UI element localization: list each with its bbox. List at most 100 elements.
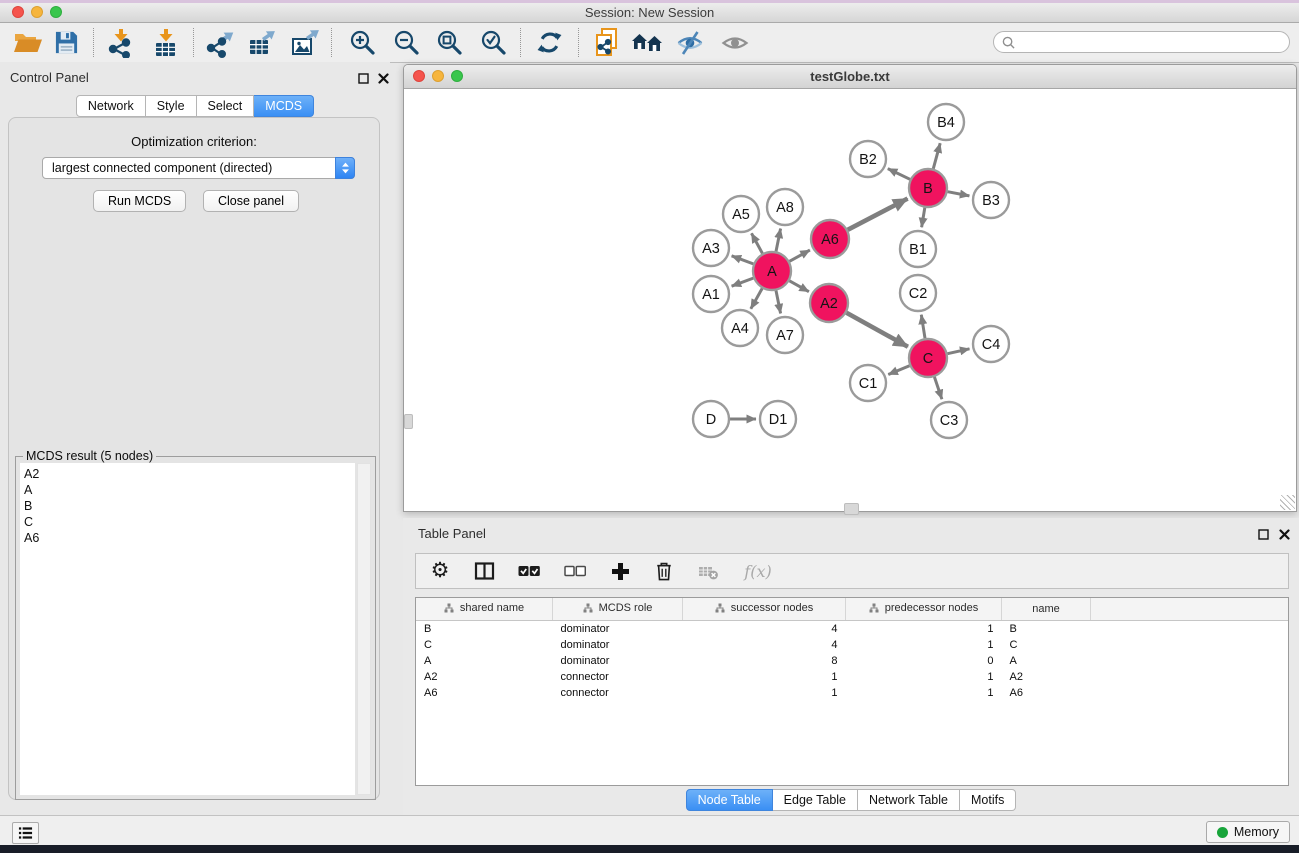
close-panel-button[interactable]: Close panel xyxy=(203,190,299,212)
show-graphics-details-button[interactable] xyxy=(717,26,753,59)
column-header-name[interactable]: name xyxy=(1002,598,1091,621)
edge-A-A6[interactable] xyxy=(790,250,810,261)
column-header-predecessor-nodes[interactable]: predecessor nodes xyxy=(846,598,1002,621)
mcds-result-item[interactable]: A6 xyxy=(24,530,355,546)
memory-button[interactable]: Memory xyxy=(1206,821,1290,843)
table-cell[interactable]: A2 xyxy=(1002,669,1091,685)
table-row[interactable]: Bdominator41B xyxy=(416,621,1288,638)
mcds-result-item[interactable]: A2 xyxy=(24,466,355,482)
table-cell[interactable]: C xyxy=(1002,637,1091,653)
mcds-result-item[interactable]: A xyxy=(24,482,355,498)
tab-select[interactable]: Select xyxy=(197,95,255,117)
mcds-result-item[interactable]: B xyxy=(24,498,355,514)
create-column-button[interactable] xyxy=(608,558,632,584)
table-cell[interactable]: A xyxy=(416,653,553,669)
import-network-button[interactable] xyxy=(103,26,139,59)
delete-columns-button[interactable] xyxy=(652,558,676,584)
table-cell[interactable]: B xyxy=(416,621,553,638)
run-mcds-button[interactable]: Run MCDS xyxy=(93,190,186,212)
node-table[interactable]: shared nameMCDS rolesuccessor nodesprede… xyxy=(415,597,1289,786)
tab-style[interactable]: Style xyxy=(146,95,197,117)
table-cell[interactable]: connector xyxy=(553,669,683,685)
table-row[interactable]: Cdominator41C xyxy=(416,637,1288,653)
hide-graphics-details-button[interactable] xyxy=(672,26,708,59)
table-row[interactable]: A6connector11A6 xyxy=(416,685,1288,701)
tab-network[interactable]: Network xyxy=(76,95,146,117)
float-table-panel-icon[interactable] xyxy=(1256,527,1270,541)
edge-A-A8[interactable] xyxy=(776,229,781,252)
edge-B-B4[interactable] xyxy=(933,143,940,169)
search-input[interactable] xyxy=(1020,34,1289,50)
table-cell[interactable]: 1 xyxy=(683,685,846,701)
column-header-mcds-role[interactable]: MCDS role xyxy=(553,598,683,621)
network-minimize-traffic-light[interactable] xyxy=(432,70,444,82)
tab-edge-table[interactable]: Edge Table xyxy=(773,789,858,811)
edge-A-A1[interactable] xyxy=(732,278,754,286)
network-close-traffic-light[interactable] xyxy=(413,70,425,82)
edge-B-B2[interactable] xyxy=(888,169,910,180)
table-row[interactable]: A2connector11A2 xyxy=(416,669,1288,685)
open-file-button[interactable] xyxy=(10,26,46,59)
delete-table-button[interactable] xyxy=(696,558,720,584)
table-cell[interactable]: C xyxy=(416,637,553,653)
table-cell[interactable]: dominator xyxy=(553,653,683,669)
column-header-successor-nodes[interactable]: successor nodes xyxy=(683,598,846,621)
edge-A-A2[interactable] xyxy=(789,281,809,292)
tab-network-table[interactable]: Network Table xyxy=(858,789,960,811)
table-mode-gear-button[interactable]: ⚙ xyxy=(428,558,452,584)
table-cell[interactable]: 8 xyxy=(683,653,846,669)
horizontal-scroll-thumb[interactable] xyxy=(844,503,859,515)
edge-A6-B[interactable] xyxy=(848,199,908,230)
criterion-dropdown[interactable]: largest connected component (directed) xyxy=(42,157,355,179)
table-cell[interactable]: 1 xyxy=(846,669,1002,685)
table-cell[interactable]: 0 xyxy=(846,653,1002,669)
table-cell[interactable]: 1 xyxy=(846,637,1002,653)
table-cell[interactable]: 4 xyxy=(683,621,846,638)
edge-C-C1[interactable] xyxy=(888,366,909,375)
column-header-shared-name[interactable]: shared name xyxy=(416,598,553,621)
table-cell[interactable]: 1 xyxy=(846,621,1002,638)
edge-B-B3[interactable] xyxy=(948,192,970,196)
network-canvas[interactable]: B4B2BB3A8A5A6A3B1AA1C2A2A4A7C4CC1C3DD1 xyxy=(404,89,1296,511)
select-all-button[interactable] xyxy=(516,558,542,584)
edge-A-A4[interactable] xyxy=(751,288,762,308)
table-cell[interactable]: connector xyxy=(553,685,683,701)
close-panel-icon[interactable] xyxy=(376,71,390,85)
zoom-in-button[interactable] xyxy=(344,26,380,59)
table-cell[interactable]: 1 xyxy=(846,685,1002,701)
table-cell[interactable]: 1 xyxy=(683,669,846,685)
table-cell[interactable]: A xyxy=(1002,653,1091,669)
table-cell[interactable]: 4 xyxy=(683,637,846,653)
zoom-out-button[interactable] xyxy=(388,26,424,59)
table-cell[interactable]: dominator xyxy=(553,637,683,653)
edge-A-A7[interactable] xyxy=(776,291,781,314)
edge-C-C4[interactable] xyxy=(948,349,970,354)
table-cell[interactable]: B xyxy=(1002,621,1091,638)
home-networks-button[interactable] xyxy=(629,26,665,59)
import-table-button[interactable] xyxy=(148,26,184,59)
table-row[interactable]: Adominator80A xyxy=(416,653,1288,669)
export-table-button[interactable] xyxy=(244,26,280,59)
zoom-selected-button[interactable] xyxy=(475,26,511,59)
network-graph[interactable]: B4B2BB3A8A5A6A3B1AA1C2A2A4A7C4CC1C3DD1 xyxy=(404,89,1296,511)
export-network-button[interactable] xyxy=(202,26,238,59)
vertical-scroll-thumb[interactable] xyxy=(404,414,413,429)
save-session-button[interactable] xyxy=(48,26,84,59)
show-hide-columns-button[interactable] xyxy=(472,558,496,584)
table-cell[interactable]: dominator xyxy=(553,621,683,638)
tab-motifs[interactable]: Motifs xyxy=(960,789,1016,811)
function-builder-button[interactable]: f(x) xyxy=(740,558,776,584)
new-network-from-selection-button[interactable] xyxy=(589,26,625,59)
tab-mcds[interactable]: MCDS xyxy=(254,95,314,117)
edge-A-A5[interactable] xyxy=(752,233,763,253)
table-cell[interactable]: A6 xyxy=(1002,685,1091,701)
mcds-result-item[interactable]: C xyxy=(24,514,355,530)
zoom-fit-button[interactable] xyxy=(431,26,467,59)
edge-B-B1[interactable] xyxy=(922,208,925,228)
table-cell[interactable]: A6 xyxy=(416,685,553,701)
edge-A-A3[interactable] xyxy=(732,256,754,264)
tab-node-table[interactable]: Node Table xyxy=(686,789,773,811)
network-zoom-traffic-light[interactable] xyxy=(451,70,463,82)
mcds-result-scrollbar[interactable] xyxy=(357,463,371,795)
deselect-all-button[interactable] xyxy=(562,558,588,584)
